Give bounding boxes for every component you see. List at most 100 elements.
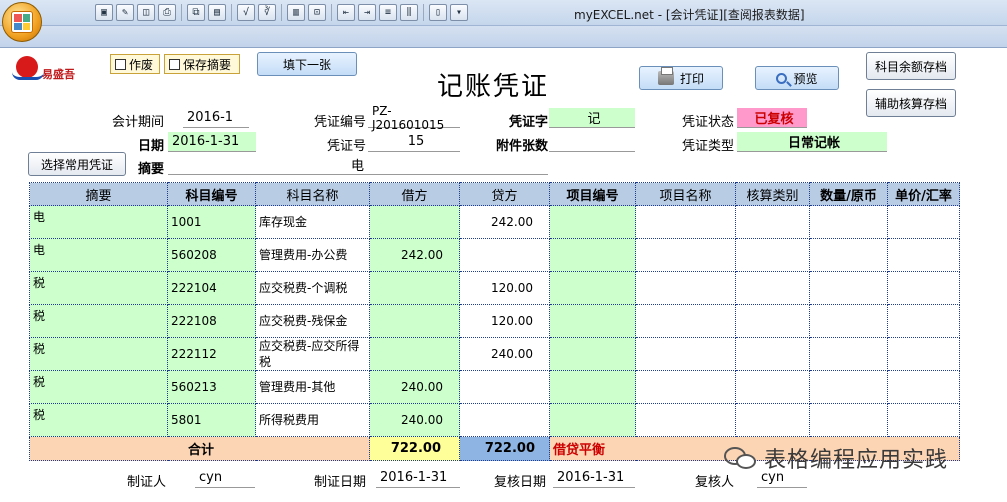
cell-unit-price[interactable] (887, 205, 960, 239)
cell-accounting-type[interactable] (735, 337, 810, 371)
cell-summary[interactable]: 电 (29, 205, 168, 239)
attachments-field[interactable] (549, 132, 635, 152)
cell-code[interactable]: 1001 (167, 205, 256, 239)
voucher-code-field[interactable]: PZ-J201601015 (368, 104, 460, 132)
summary-field[interactable]: 电 (168, 155, 548, 175)
cell-credit[interactable] (459, 238, 550, 272)
row-height-icon[interactable]: ≡ (379, 4, 397, 21)
cell-summary[interactable]: 税 (29, 271, 168, 305)
cell-accounting-type[interactable] (735, 271, 810, 305)
cell-accounting-type[interactable] (735, 370, 810, 404)
formula-icon[interactable]: √ (237, 4, 255, 21)
cell-debit[interactable] (369, 205, 460, 239)
type-field[interactable]: 日常记帐 (737, 132, 887, 152)
save-subject-balance-button[interactable]: 科目余额存档 (866, 52, 956, 80)
cell-debit[interactable] (369, 271, 460, 305)
cell-code[interactable]: 560213 (167, 370, 256, 404)
copy-icon[interactable]: ⧉ (187, 4, 205, 21)
cell-code[interactable]: 222104 (167, 271, 256, 305)
cell-debit[interactable]: 242.00 (369, 238, 460, 272)
align-right-icon[interactable]: ⇥ (358, 4, 376, 21)
cell-credit[interactable]: 242.00 (459, 205, 550, 239)
cell-summary[interactable]: 税 (29, 403, 168, 437)
cell-code[interactable]: 560208 (167, 238, 256, 272)
book-icon[interactable]: ▯ (429, 4, 447, 21)
cell-accounting-type[interactable] (735, 238, 810, 272)
cell-name[interactable]: 管理费用-办公费 (255, 238, 370, 272)
cell-project-name[interactable] (635, 304, 736, 338)
save-summary-checkbox[interactable]: 保存摘要 (164, 54, 240, 74)
cell-accounting-type[interactable] (735, 205, 810, 239)
formula-check-icon[interactable]: ∛ (258, 4, 276, 21)
cell-debit[interactable]: 240.00 (369, 403, 460, 437)
clipboard-icon[interactable]: ▥ (287, 4, 305, 21)
export-icon[interactable]: ⊡ (308, 4, 326, 21)
cell-credit[interactable] (459, 370, 550, 404)
cell-quantity[interactable] (809, 337, 888, 371)
fill-next-button[interactable]: 填下一张 (257, 52, 357, 76)
office-button[interactable] (2, 2, 42, 42)
print-button[interactable]: 打印 (639, 66, 723, 90)
make-date-field[interactable]: 2016-1-31 (376, 468, 460, 488)
cell-quantity[interactable] (809, 370, 888, 404)
cell-unit-price[interactable] (887, 304, 960, 338)
preview-icon[interactable]: ◫ (137, 4, 155, 21)
cell-quantity[interactable] (809, 304, 888, 338)
cell-summary[interactable]: 电 (29, 238, 168, 272)
cell-debit[interactable] (369, 337, 460, 371)
cell-project-code[interactable] (549, 271, 636, 305)
cell-credit[interactable]: 120.00 (459, 271, 550, 305)
cell-name[interactable]: 应交税费-残保金 (255, 304, 370, 338)
cell-credit[interactable] (459, 403, 550, 437)
cell-quantity[interactable] (809, 238, 888, 272)
period-field[interactable]: 2016-1 (183, 108, 249, 128)
cell-quantity[interactable] (809, 403, 888, 437)
cell-project-code[interactable] (549, 304, 636, 338)
cell-accounting-type[interactable] (735, 403, 810, 437)
cell-credit[interactable]: 120.00 (459, 304, 550, 338)
cell-unit-price[interactable] (887, 337, 960, 371)
cell-project-code[interactable] (549, 238, 636, 272)
cell-project-code[interactable] (549, 370, 636, 404)
cell-quantity[interactable] (809, 271, 888, 305)
cell-project-name[interactable] (635, 205, 736, 239)
select-common-voucher-button[interactable]: 选择常用凭证 (28, 152, 126, 176)
voucher-no-field[interactable]: 15 (368, 132, 460, 152)
cell-unit-price[interactable] (887, 271, 960, 305)
cell-code[interactable]: 5801 (167, 403, 256, 437)
cell-project-code[interactable] (549, 337, 636, 371)
cell-debit[interactable] (369, 304, 460, 338)
print-icon[interactable]: ⎙ (158, 4, 176, 21)
cell-summary[interactable]: 税 (29, 370, 168, 404)
cell-unit-price[interactable] (887, 403, 960, 437)
cell-unit-price[interactable] (887, 238, 960, 272)
date-field[interactable]: 2016-1-31 (168, 132, 256, 152)
cell-name[interactable]: 应交税费-个调税 (255, 271, 370, 305)
cell-credit[interactable]: 240.00 (459, 337, 550, 371)
cell-summary[interactable]: 税 (29, 337, 168, 371)
cell-quantity[interactable] (809, 205, 888, 239)
cell-accounting-type[interactable] (735, 304, 810, 338)
save-aux-accounting-button[interactable]: 辅助核算存档 (866, 89, 956, 117)
cell-code[interactable]: 222112 (167, 337, 256, 371)
cell-name[interactable]: 库存现金 (255, 205, 370, 239)
cell-debit[interactable]: 240.00 (369, 370, 460, 404)
cell-project-code[interactable] (549, 205, 636, 239)
maker-field[interactable]: cyn (195, 468, 255, 488)
cell-summary[interactable]: 税 (29, 304, 168, 338)
cell-project-name[interactable] (635, 370, 736, 404)
cell-name[interactable]: 所得税费用 (255, 403, 370, 437)
void-checkbox[interactable]: 作废 (110, 54, 160, 74)
cell-project-name[interactable] (635, 238, 736, 272)
cell-project-name[interactable] (635, 403, 736, 437)
cell-project-name[interactable] (635, 337, 736, 371)
edit-icon[interactable]: ✎ (116, 4, 134, 21)
align-left-icon[interactable]: ⇤ (337, 4, 355, 21)
column-width-icon[interactable]: ⫼ (400, 4, 418, 21)
cell-project-name[interactable] (635, 271, 736, 305)
review-date-field[interactable]: 2016-1-31 (553, 468, 635, 488)
paste-icon[interactable]: ▤ (208, 4, 226, 21)
save-icon[interactable]: ▣ (95, 4, 113, 21)
dropdown-icon[interactable]: ▾ (450, 4, 468, 21)
voucher-word-field[interactable]: 记 (549, 108, 635, 128)
